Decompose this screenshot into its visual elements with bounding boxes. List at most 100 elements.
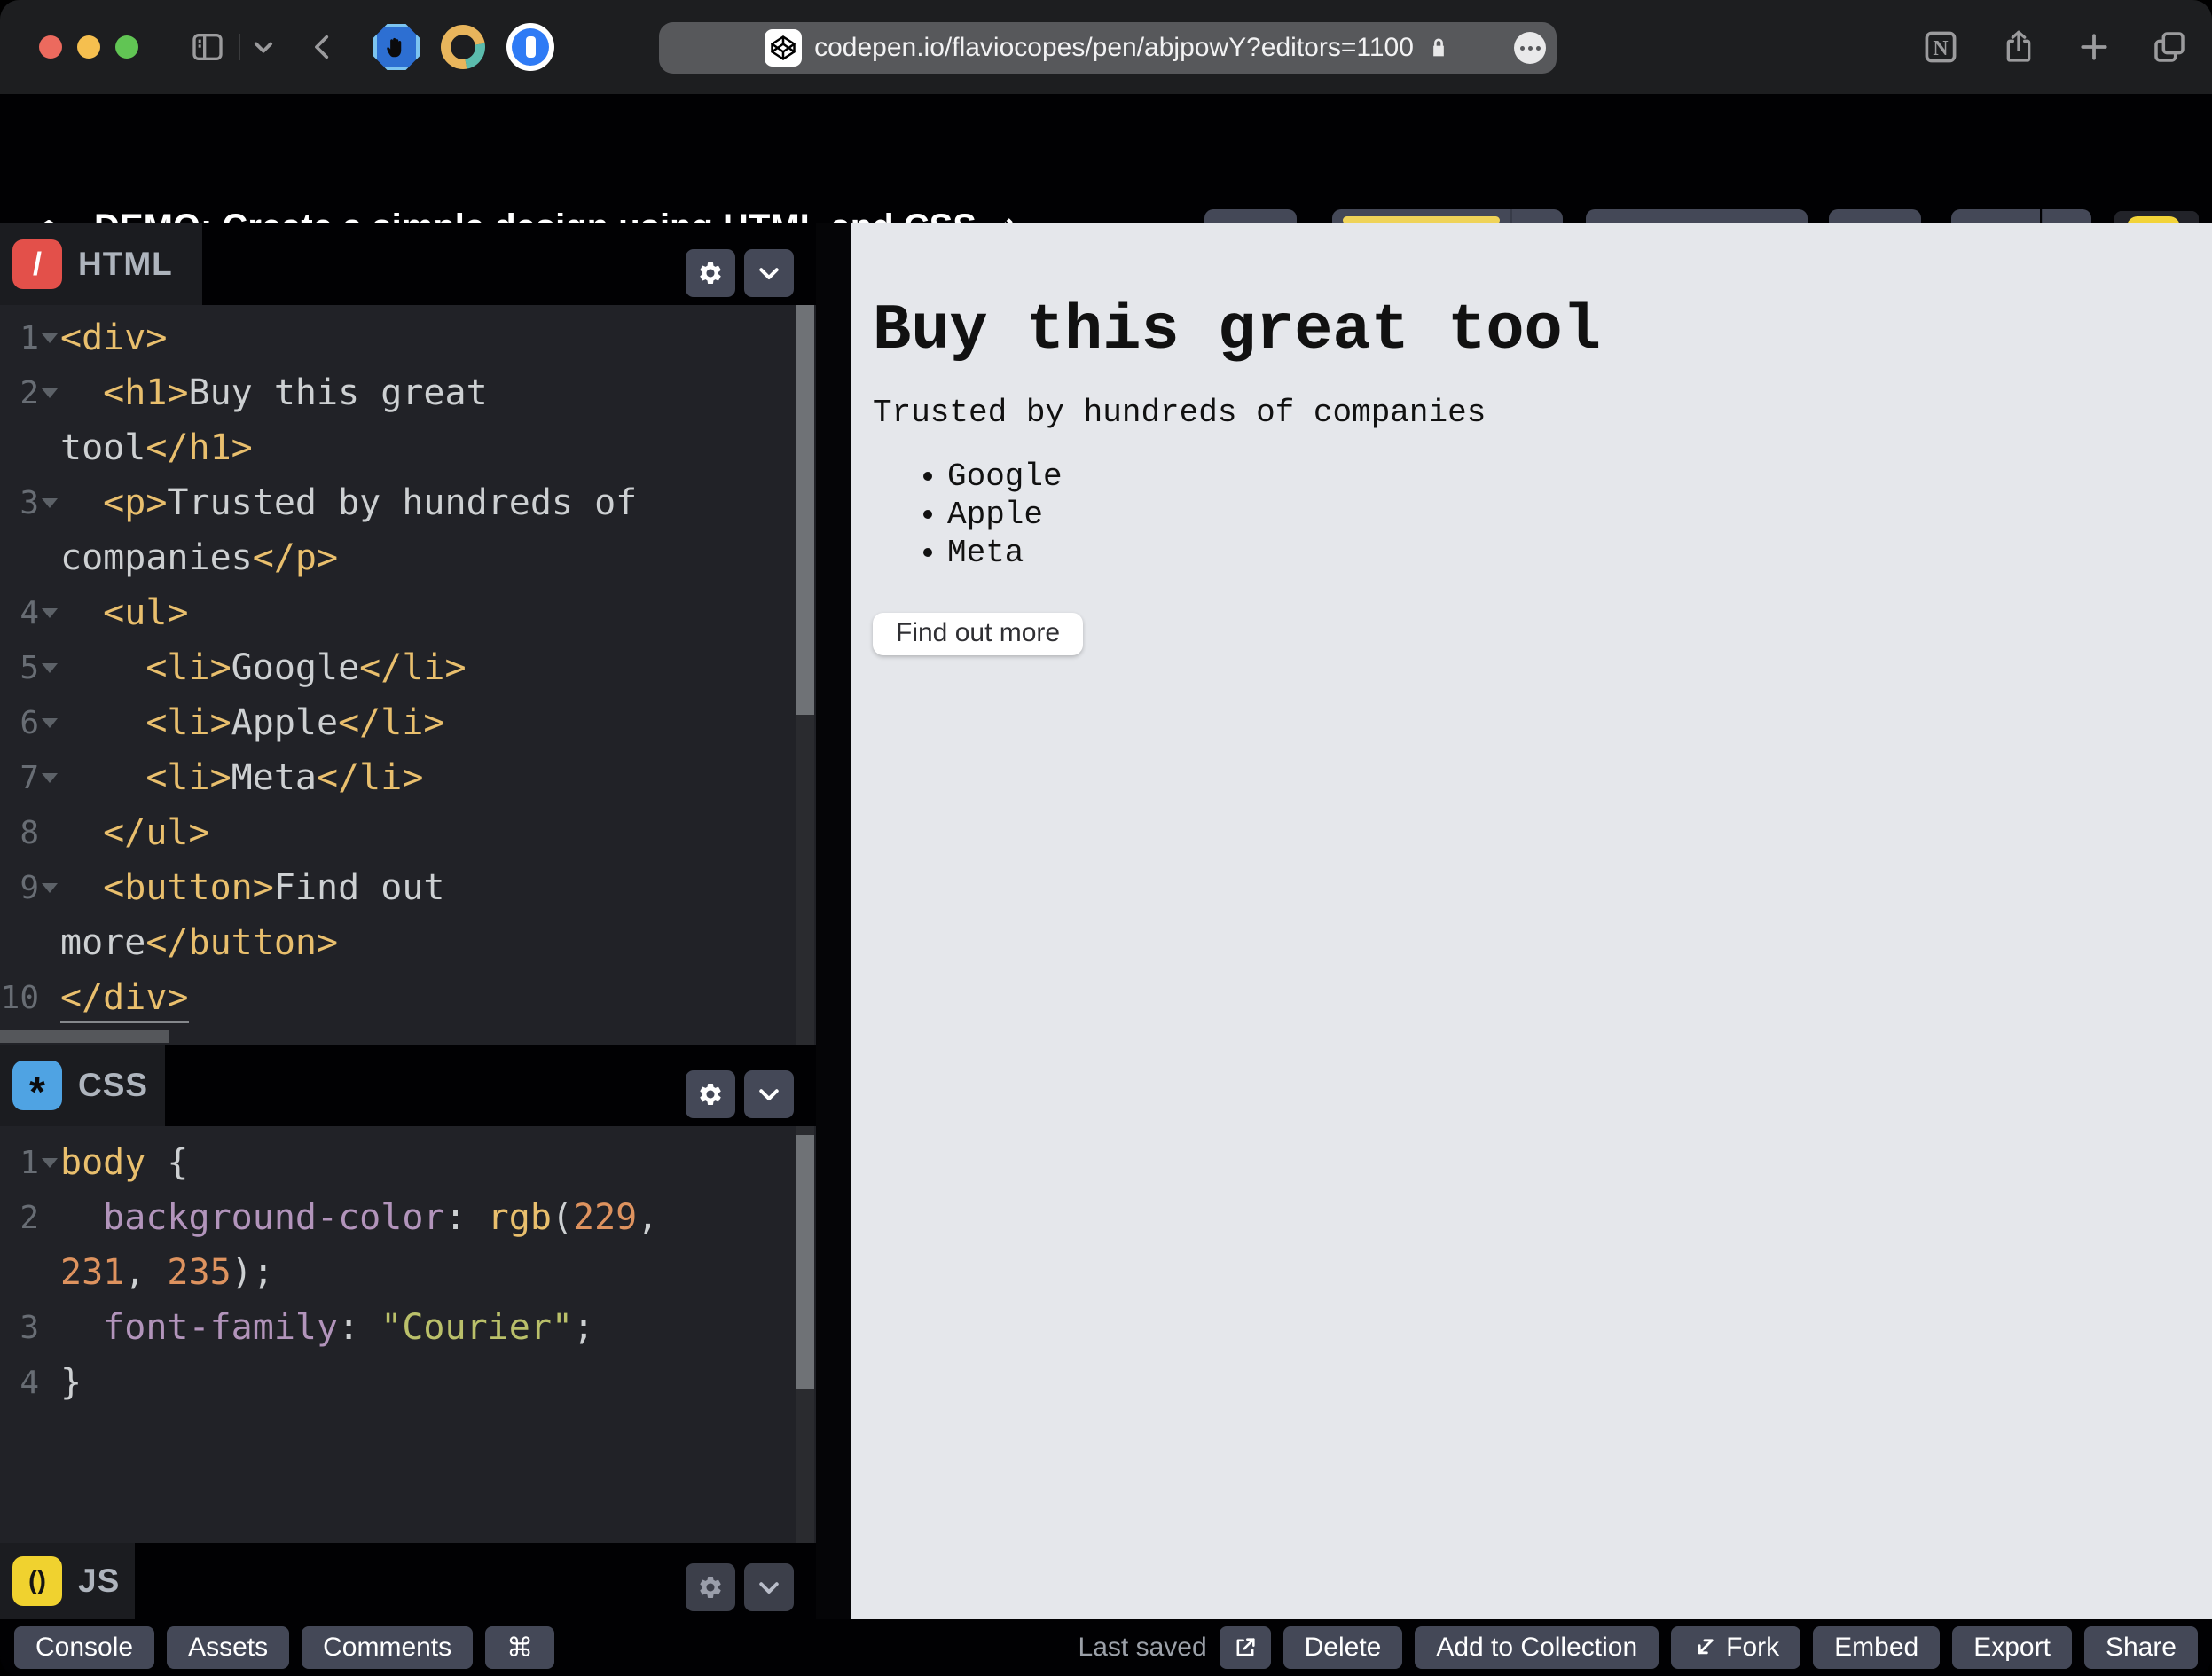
export-button[interactable]: Export xyxy=(1952,1626,2072,1669)
code-line[interactable]: more</button> xyxy=(0,915,816,970)
fold-arrow-icon[interactable] xyxy=(39,772,60,783)
code-text: } xyxy=(60,1362,82,1403)
comments-button[interactable]: Comments xyxy=(302,1626,474,1669)
fold-arrow-icon[interactable] xyxy=(39,333,60,343)
gear-icon xyxy=(697,1081,724,1108)
code-line[interactable]: 9 <button>Find out xyxy=(0,860,816,915)
js-editor-settings-button[interactable] xyxy=(686,1563,735,1611)
fold-arrow-icon[interactable] xyxy=(39,1157,60,1168)
list-item: Google xyxy=(947,458,2212,496)
code-line[interactable]: 1 body { xyxy=(0,1135,816,1190)
last-saved-status: Last saved xyxy=(1078,1633,1207,1662)
share-button[interactable]: Share xyxy=(2083,1626,2198,1669)
fold-arrow-icon[interactable] xyxy=(39,882,60,893)
embed-button[interactable]: Embed xyxy=(1813,1626,1941,1669)
code-line[interactable]: 8 </ul> xyxy=(0,805,816,860)
line-number: 7 xyxy=(20,759,39,796)
fold-arrow-icon[interactable] xyxy=(39,497,60,508)
code-line[interactable]: 4 <ul> xyxy=(0,585,816,640)
browser-toolbar: codepen.io/flaviocopes/pen/abjpowY?edito… xyxy=(0,0,2212,94)
html-code-editor[interactable]: 1 <div> 2 <h1>Buy this great tool</h1> 3 <p>… xyxy=(0,305,816,1045)
code-line[interactable]: 1 <div> xyxy=(0,310,816,365)
css-editor-settings-button[interactable] xyxy=(686,1070,735,1118)
code-text: <li>Meta</li> xyxy=(145,757,424,798)
code-line[interactable]: 5 <li>Google</li> xyxy=(0,640,816,695)
tab-html[interactable]: / HTML xyxy=(0,223,202,305)
code-line[interactable]: 2 <h1>Buy this great xyxy=(0,365,816,420)
codepen-header: DEMO: Create a simple design using HTML … xyxy=(0,94,2212,294)
code-line[interactable]: 3 <p>Trusted by hundreds of xyxy=(0,475,816,530)
fold-arrow-icon[interactable] xyxy=(39,717,60,728)
list-item: Meta xyxy=(947,534,2212,572)
line-number: 10 xyxy=(0,979,39,1016)
js-panel-header: () JS xyxy=(0,1543,816,1619)
code-line[interactable]: companies</p> xyxy=(0,530,816,585)
assets-button[interactable]: Assets xyxy=(167,1626,290,1669)
code-text: tool</h1> xyxy=(60,427,253,468)
sidebar-chevron-icon[interactable] xyxy=(251,35,276,59)
code-line[interactable]: 7 <li>Meta</li> xyxy=(0,750,816,805)
new-tab-icon[interactable] xyxy=(2077,30,2111,64)
css-label: CSS xyxy=(78,1067,149,1103)
code-text: <div> xyxy=(60,317,168,358)
js-editor-collapse-button[interactable] xyxy=(744,1563,794,1611)
fold-arrow-icon[interactable] xyxy=(39,662,60,673)
code-text: companies</p> xyxy=(60,537,339,578)
line-number: 3 xyxy=(20,1309,39,1346)
notion-extension-icon[interactable]: N xyxy=(1921,27,1960,67)
ring-extension-icon[interactable] xyxy=(432,16,494,78)
html-editor-scrollbar-thumb[interactable] xyxy=(796,305,814,715)
code-line[interactable]: 4} xyxy=(0,1355,816,1410)
line-number: 3 xyxy=(20,484,39,521)
code-text: <p>Trusted by hundreds of xyxy=(103,482,638,523)
code-line[interactable]: 6 <li>Apple</li> xyxy=(0,695,816,750)
add-to-collection-button[interactable]: Add to Collection xyxy=(1415,1626,1659,1669)
password-manager-extension-icon[interactable] xyxy=(506,23,554,71)
code-line[interactable]: 2 background-color: rgb(229, xyxy=(0,1190,816,1245)
share-icon[interactable] xyxy=(2001,29,2036,65)
preview-find-out-more-button[interactable]: Find out more xyxy=(873,612,1084,655)
code-line[interactable]: 10 </div> xyxy=(0,970,816,1025)
zoom-window-button[interactable] xyxy=(115,35,138,59)
tab-css[interactable]: * CSS xyxy=(0,1045,165,1126)
code-text: <ul> xyxy=(103,592,189,633)
sidebar-toggle-icon[interactable] xyxy=(187,29,228,65)
code-text: <h1>Buy this great xyxy=(103,372,488,413)
gear-icon xyxy=(697,1574,724,1601)
css-editor-scrollbar-thumb[interactable] xyxy=(796,1135,814,1389)
fork-label: Fork xyxy=(1726,1633,1780,1662)
html-editor-settings-button[interactable] xyxy=(686,249,735,297)
tab-overview-icon[interactable] xyxy=(2152,29,2187,65)
code-line[interactable]: 3 font-family: "Courier"; xyxy=(0,1300,816,1355)
chevron-down-icon xyxy=(756,1574,782,1601)
chevron-down-icon xyxy=(756,1081,782,1108)
tab-js[interactable]: () JS xyxy=(0,1543,135,1619)
fold-arrow-icon[interactable] xyxy=(39,607,60,618)
keyboard-shortcuts-button[interactable]: ⌘ xyxy=(485,1626,555,1669)
delete-button[interactable]: Delete xyxy=(1282,1626,1403,1669)
html-label: HTML xyxy=(78,246,173,282)
html-editor-hscrollbar-thumb[interactable] xyxy=(0,1030,169,1043)
back-icon[interactable] xyxy=(308,32,338,62)
code-line[interactable]: 231, 235); xyxy=(0,1245,816,1300)
fold-arrow-icon[interactable] xyxy=(39,388,60,398)
code-line[interactable]: tool</h1> xyxy=(0,420,816,475)
fork-button[interactable]: Fork xyxy=(1671,1626,1801,1669)
content-blocker-extension-icon[interactable] xyxy=(373,24,420,70)
css-code-editor[interactable]: 1 body {2 background-color: rgb(229, 231, … xyxy=(0,1126,816,1543)
address-bar[interactable]: codepen.io/flaviocopes/pen/abjpowY?edito… xyxy=(659,22,1557,74)
console-button[interactable]: Console xyxy=(14,1626,155,1669)
external-link-icon xyxy=(1233,1635,1258,1660)
code-text: body { xyxy=(60,1142,189,1183)
open-in-new-window-button[interactable] xyxy=(1219,1626,1271,1669)
preview-heading: Buy this great tool xyxy=(873,294,1601,367)
codepen-favicon xyxy=(765,29,803,67)
toolbar-divider xyxy=(239,34,240,60)
close-window-button[interactable] xyxy=(39,35,62,59)
css-editor-collapse-button[interactable] xyxy=(744,1070,794,1118)
minimize-window-button[interactable] xyxy=(77,35,100,59)
page-settings-ellipsis-icon[interactable] xyxy=(1514,32,1546,64)
line-number: 5 xyxy=(20,649,39,686)
footer-bar: Console Assets Comments ⌘ Last saved Del… xyxy=(0,1619,2212,1676)
html-editor-collapse-button[interactable] xyxy=(744,249,794,297)
